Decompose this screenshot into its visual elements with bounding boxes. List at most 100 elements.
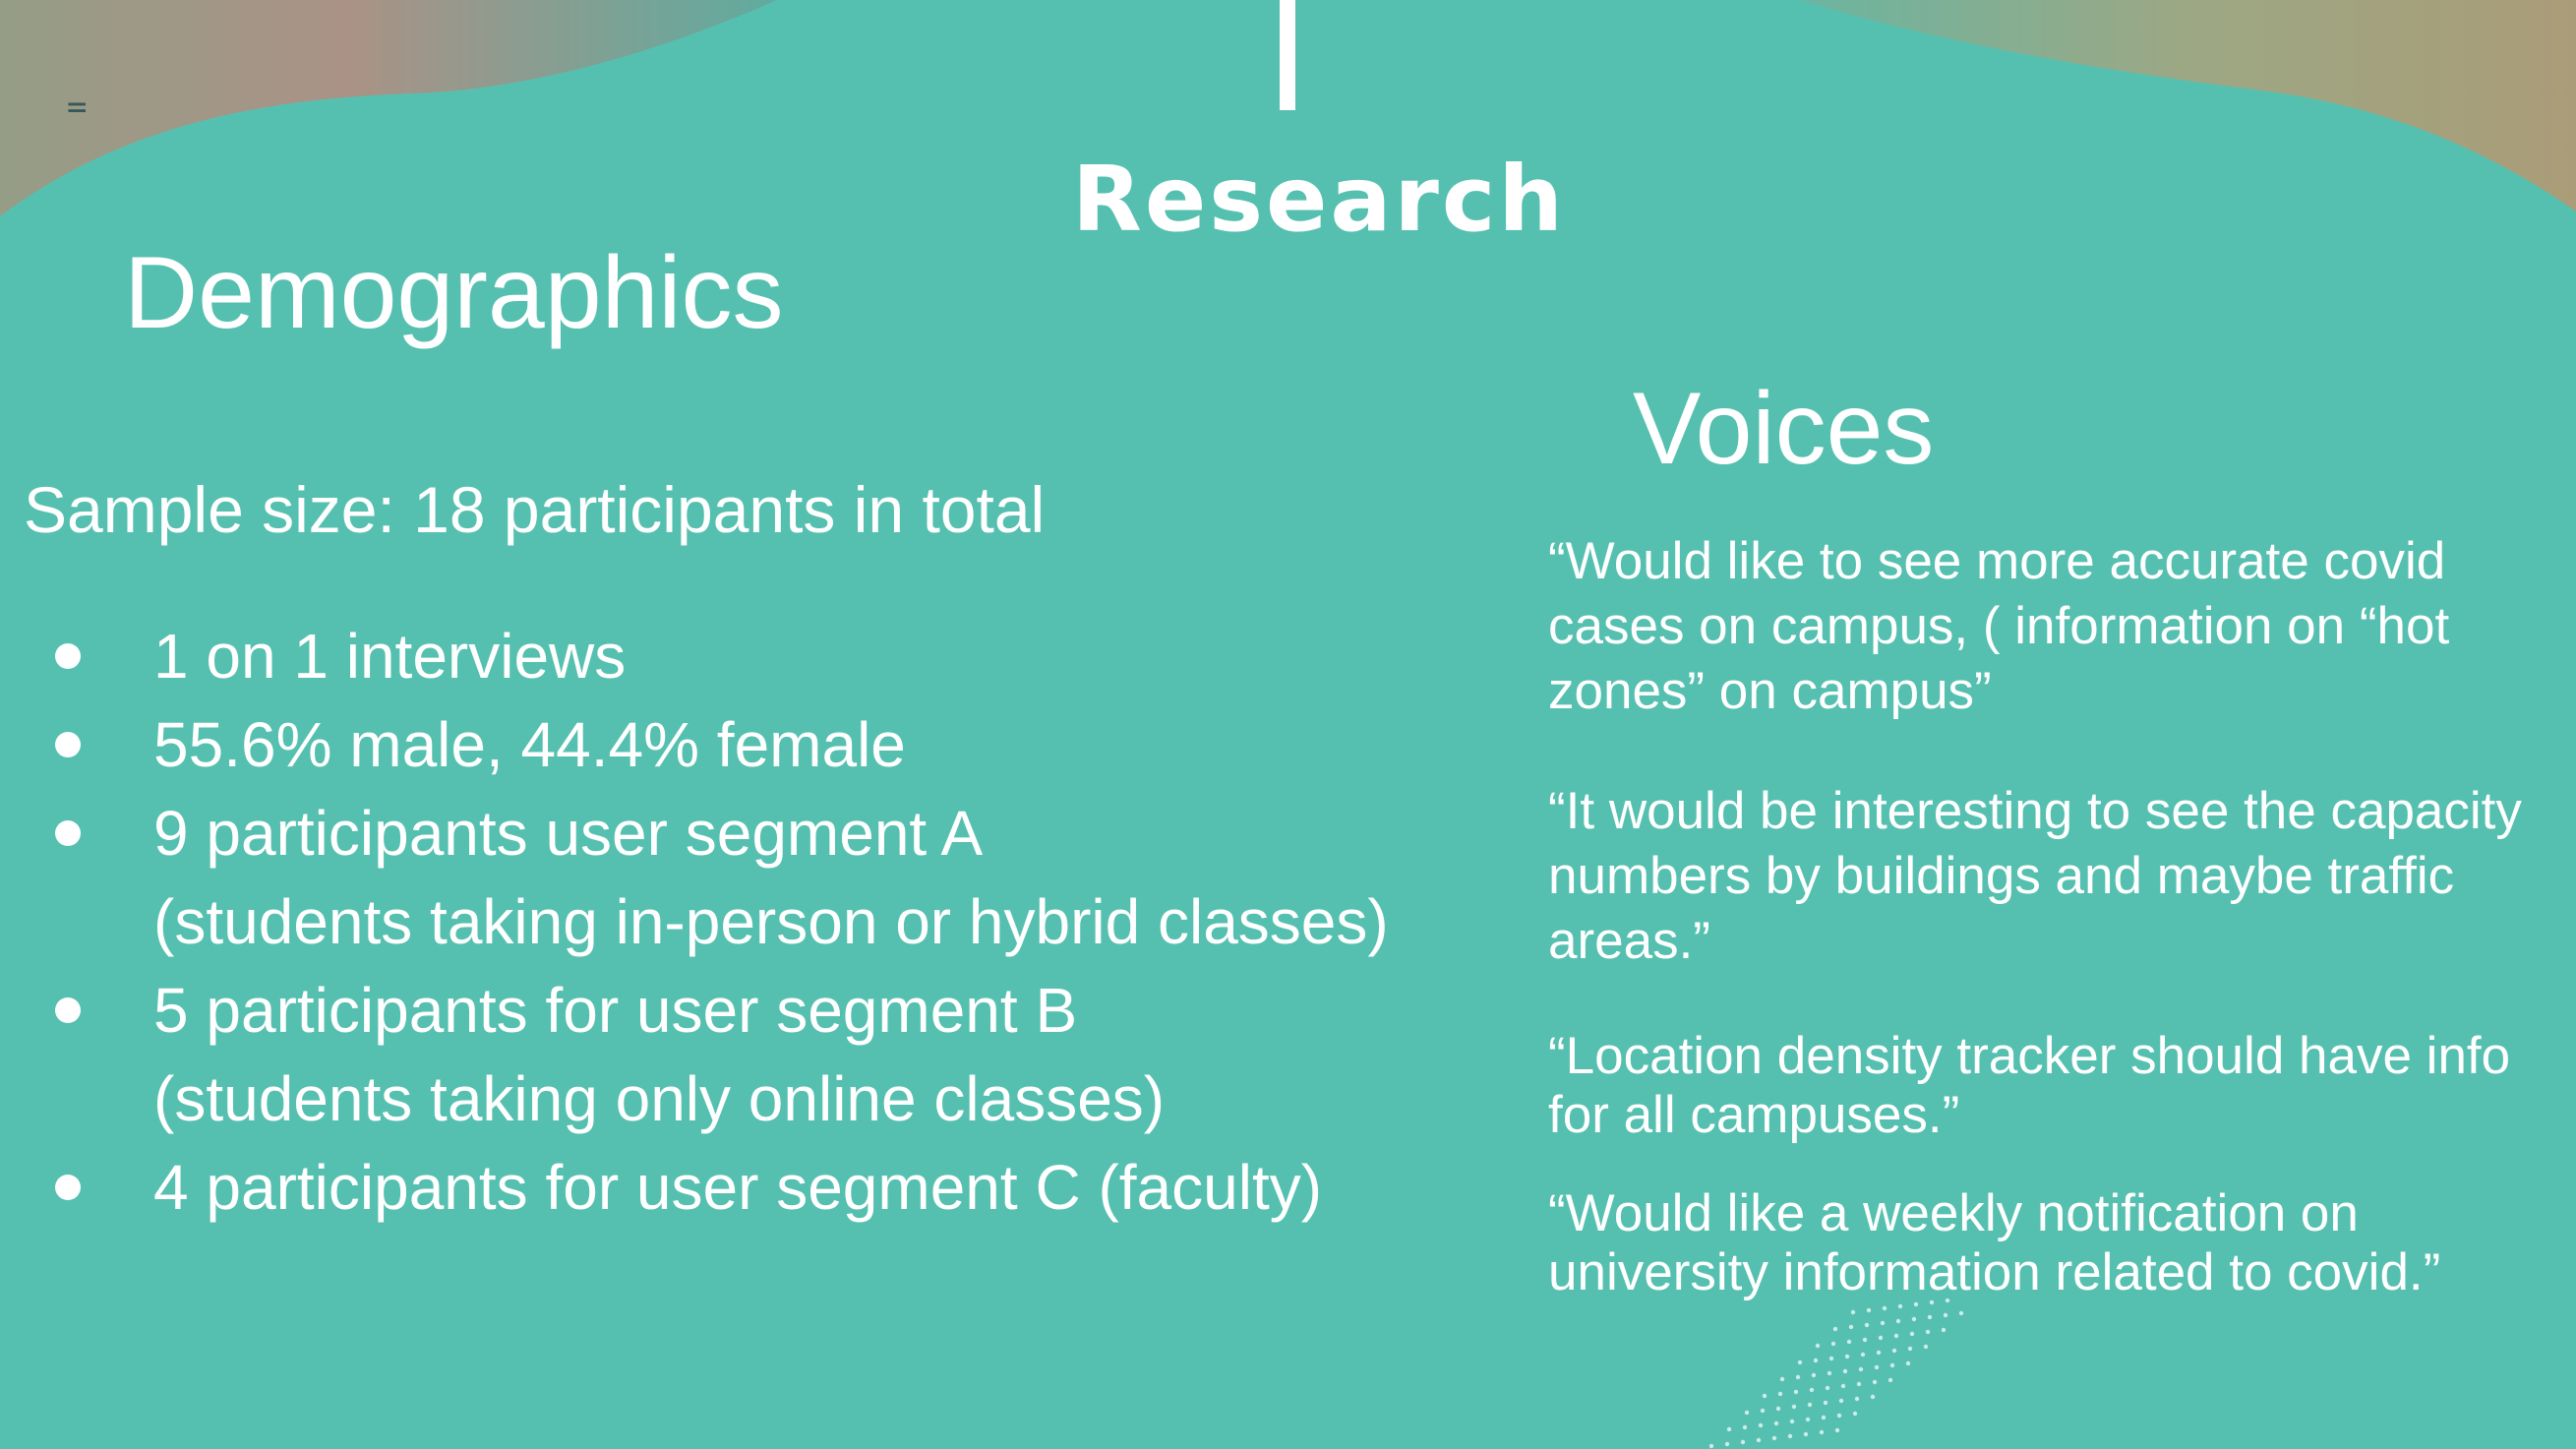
voice-quote: “Would like to see more accurate covid c… [1548, 532, 2450, 720]
bullet-text: 1 on 1 interviews [153, 621, 627, 692]
pattern-dot [1708, 1443, 1714, 1449]
pattern-dot [1840, 1383, 1846, 1389]
voice-quote: “Would like a weekly notification on uni… [1548, 1184, 2441, 1301]
pattern-dot [1891, 1348, 1897, 1354]
pattern-dot [1856, 1381, 1862, 1387]
pattern-dot [1756, 1437, 1762, 1443]
pattern-dot [1941, 1327, 1947, 1333]
pattern-dot [1777, 1391, 1783, 1397]
pattern-dot [1805, 1417, 1811, 1422]
pattern-dot [1809, 1387, 1815, 1393]
pattern-dot [1876, 1350, 1882, 1356]
top-left-wave [0, 0, 777, 216]
pattern-dot [1862, 1337, 1868, 1343]
hamburger-menu-icon[interactable]: = [67, 91, 87, 124]
pattern-dot [1907, 1346, 1913, 1352]
dot-pattern-decoration [1708, 1298, 1964, 1449]
bullet-dot [55, 643, 81, 669]
pattern-dot [1797, 1359, 1803, 1365]
pattern-dot [1787, 1433, 1793, 1439]
pattern-dot [1870, 1394, 1876, 1400]
pattern-dot [1740, 1439, 1746, 1445]
pattern-dot [1913, 1301, 1919, 1307]
pattern-dot [1803, 1431, 1809, 1437]
bullet-text: 55.6% male, 44.4% female [153, 709, 906, 780]
pattern-dot [1760, 1408, 1766, 1414]
pattern-dot [1823, 1400, 1828, 1406]
pattern-dot [1744, 1410, 1750, 1416]
pattern-dot [1860, 1352, 1866, 1358]
pattern-dot [1943, 1312, 1948, 1318]
pattern-dot [1828, 1356, 1834, 1361]
pattern-dot [1874, 1364, 1880, 1370]
pattern-dot [1773, 1420, 1779, 1426]
pattern-dot [1848, 1324, 1854, 1330]
bullet-item-segment-b: 5 participants for user segment B (stude… [47, 966, 1542, 1143]
pattern-dot [1819, 1429, 1825, 1435]
pattern-dot [1834, 1427, 1840, 1433]
pattern-dot [1838, 1398, 1844, 1404]
pattern-dot [1945, 1298, 1950, 1303]
pattern-dot [1832, 1326, 1838, 1332]
pattern-dot [1844, 1354, 1850, 1359]
pattern-dot [1771, 1435, 1777, 1441]
pattern-dot [1815, 1343, 1821, 1349]
pattern-dot [1842, 1368, 1848, 1374]
pattern-dot [1897, 1303, 1903, 1309]
pattern-dot [1927, 1314, 1933, 1320]
pattern-dot [1807, 1402, 1813, 1408]
pattern-dot [1775, 1406, 1781, 1412]
pattern-dot [1827, 1370, 1832, 1376]
pattern-dot [1846, 1339, 1852, 1345]
pattern-dot [1866, 1307, 1872, 1313]
pattern-dot [1825, 1385, 1830, 1391]
pattern-dot [1929, 1299, 1935, 1305]
pattern-dot [1905, 1360, 1911, 1366]
slide: = Research Demographics Sample size: 18 … [0, 0, 2576, 1449]
pattern-dot [1858, 1366, 1864, 1372]
bullet-subtext: (students taking in-person or hybrid cla… [153, 886, 1389, 957]
pattern-dot [1882, 1305, 1887, 1311]
pattern-dot [1762, 1393, 1767, 1399]
pattern-dot [1789, 1419, 1795, 1424]
pattern-dot [1821, 1415, 1827, 1420]
pattern-dot [1864, 1322, 1870, 1328]
slide-title: Research [1072, 147, 1566, 252]
pattern-dot [1895, 1318, 1901, 1324]
pattern-dot [1758, 1422, 1764, 1428]
demographics-bullet-list: 1 on 1 interviews 55.6% male, 44.4% fema… [47, 612, 1542, 1232]
pattern-dot [1893, 1333, 1899, 1339]
pattern-dot [1878, 1335, 1884, 1341]
bullet-text: 9 participants user segment A [153, 798, 984, 869]
pattern-dot [1811, 1372, 1817, 1378]
pattern-dot [1911, 1316, 1917, 1322]
bullet-item-segment-c: 4 participants for user segment C (facul… [47, 1143, 1542, 1232]
pattern-dot [1726, 1426, 1732, 1432]
pattern-dot [1958, 1310, 1964, 1316]
bullet-item-gender: 55.6% male, 44.4% female [47, 700, 1542, 789]
pattern-dot [1887, 1377, 1893, 1383]
bullet-dot [55, 997, 81, 1023]
bullet-item-interviews: 1 on 1 interviews [47, 612, 1542, 700]
pattern-dot [1836, 1413, 1842, 1419]
pattern-dot [1872, 1379, 1878, 1385]
demographics-heading: Demographics [124, 236, 784, 350]
sample-size-text: Sample size: 18 participants in total [24, 473, 1046, 546]
pattern-dot [1742, 1424, 1748, 1430]
pattern-dot [1724, 1441, 1730, 1447]
pattern-dot [1791, 1404, 1797, 1410]
bullet-dot [55, 732, 81, 757]
pattern-dot [1795, 1374, 1801, 1380]
pattern-dot [1850, 1309, 1856, 1315]
pattern-dot [1909, 1331, 1915, 1337]
bullet-text: 5 participants for user segment B [153, 975, 1078, 1046]
pattern-dot [1925, 1329, 1931, 1335]
top-divider-line [1280, 0, 1295, 110]
pattern-dot [1793, 1389, 1799, 1395]
top-right-wave [1800, 0, 2576, 211]
bullet-text: 4 participants for user segment C (facul… [153, 1152, 1323, 1223]
pattern-dot [1813, 1358, 1819, 1363]
voice-quote: “It would be interesting to see the capa… [1548, 782, 2522, 970]
bullet-subtext: (students taking only online classes) [153, 1063, 1166, 1134]
bullet-dot [55, 1175, 81, 1200]
